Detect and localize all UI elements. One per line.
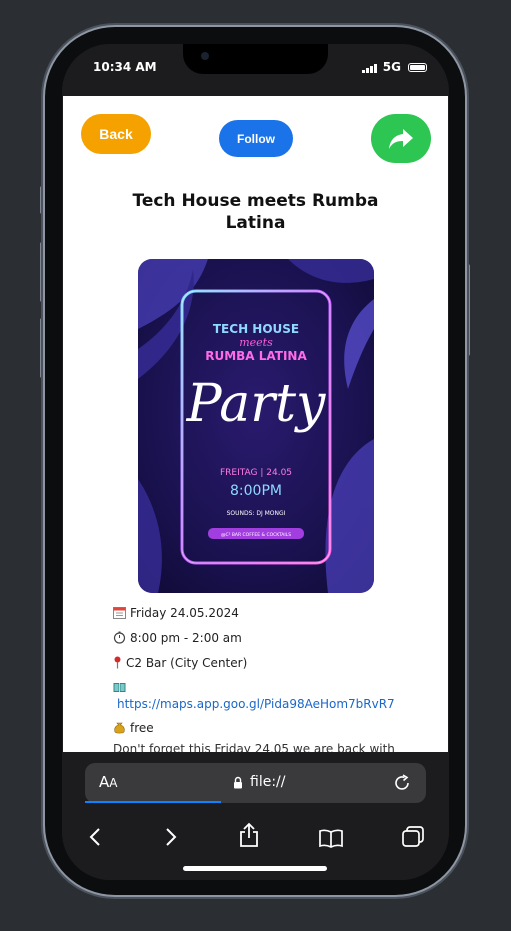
poster-line1: TECH HOUSE: [213, 322, 299, 336]
event-title: Tech House meets Rumba Latina: [132, 191, 379, 233]
share-icon[interactable]: [238, 822, 260, 848]
reload-icon[interactable]: [392, 773, 412, 793]
pin-icon: [114, 656, 121, 669]
event-price-row: free: [113, 720, 154, 736]
home-indicator: [183, 866, 327, 871]
calendar-icon: [113, 607, 126, 619]
poster-line3: RUMBA LATINA: [205, 349, 307, 363]
volume-up-button: [40, 242, 44, 302]
network-label: 5G: [382, 60, 401, 74]
map-link[interactable]: https://maps.app.goo.gl/Pida98AeHom7bRvR…: [117, 697, 395, 711]
share-button[interactable]: [371, 114, 431, 163]
reader-aa-button[interactable]: AA: [99, 773, 117, 791]
event-map-row: https://maps.app.goo.gl/Pida98AeHom7bRvR…: [113, 680, 395, 712]
event-price: free: [130, 721, 154, 735]
event-time-row: 8:00 pm - 2:00 am: [113, 630, 242, 646]
stopwatch-icon: [113, 631, 126, 644]
money-bag-icon: [114, 722, 125, 734]
event-poster: TECH HOUSE meets RUMBA LATINA Party FREI…: [138, 259, 374, 593]
map-book-icon: [113, 683, 126, 692]
poster-line2: meets: [239, 336, 273, 349]
poster-sounds: SOUNDS: DJ MONGI: [227, 510, 286, 517]
front-camera: [201, 52, 209, 60]
forward-arrow-icon[interactable]: [164, 826, 178, 848]
status-bar: 10:34 AM 5G: [62, 44, 449, 96]
url-text: file://: [250, 774, 286, 790]
poster-hour: 8:00PM: [230, 483, 282, 499]
load-progress-bar: [85, 801, 222, 803]
follow-button[interactable]: Follow: [219, 120, 293, 157]
status-time: 10:34 AM: [93, 60, 157, 74]
event-date: Friday 24.05.2024: [130, 606, 239, 620]
event-date-row: Friday 24.05.2024: [113, 605, 239, 621]
signal-icon: [362, 64, 377, 73]
notch: [183, 44, 328, 74]
bookmarks-icon[interactable]: [318, 828, 344, 848]
lock-icon: [234, 776, 242, 789]
mute-switch: [40, 186, 44, 214]
event-location-row: C2 Bar (City Center): [113, 655, 247, 671]
battery-icon: [408, 63, 427, 72]
event-location: C2 Bar (City Center): [126, 656, 248, 670]
share-arrow-icon: [389, 128, 413, 149]
phone-screen: 10:34 AM 5G Back Follow Tech House meets…: [62, 44, 449, 880]
back-button[interactable]: Back: [81, 114, 151, 154]
power-button: [466, 264, 470, 356]
poster-day: FREITAG | 24.05: [220, 468, 292, 478]
poster-venue: @C² BAR COFFEE & COCKTAILS: [221, 532, 291, 538]
browser-toolbar: AA file://: [62, 752, 449, 880]
tabs-icon[interactable]: [401, 826, 425, 848]
volume-down-button: [40, 318, 44, 378]
address-bar[interactable]: AA file://: [85, 763, 426, 803]
event-description: Don't forget this Friday 24.05 we are ba…: [113, 742, 395, 752]
poster-script: Party: [186, 374, 326, 434]
back-arrow-icon[interactable]: [88, 826, 102, 848]
web-page: Back Follow Tech House meets Rumba Latin…: [63, 96, 448, 752]
event-time: 8:00 pm - 2:00 am: [130, 631, 242, 645]
